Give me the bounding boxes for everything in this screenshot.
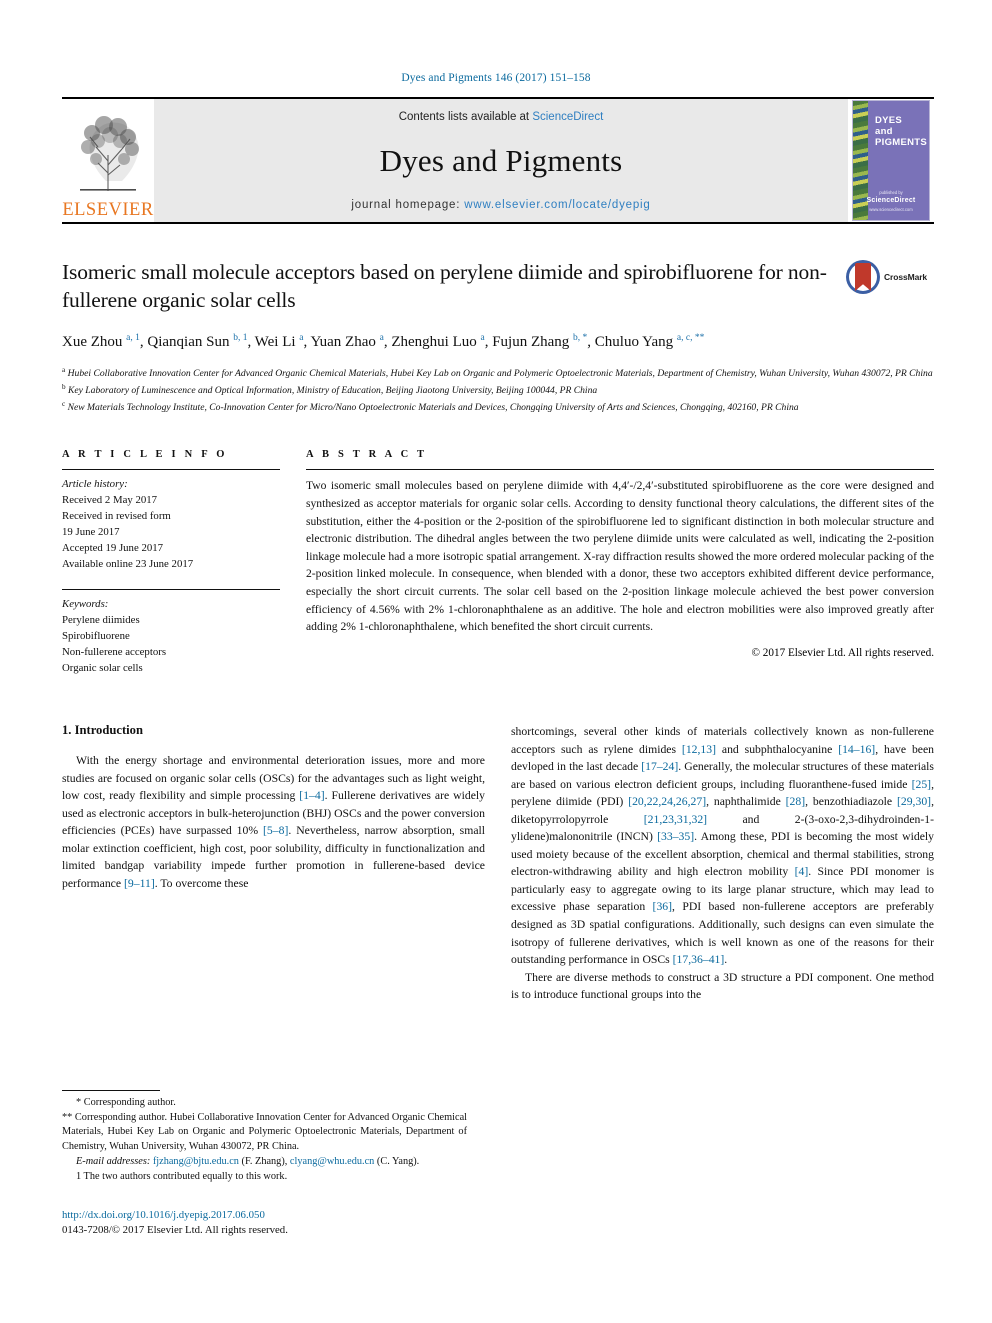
crossmark-badge[interactable]: CrossMark [846, 258, 934, 294]
footnote-corresponding-1: * Corresponding author. [76, 1097, 176, 1108]
sciencedirect-link[interactable]: ScienceDirect [532, 111, 603, 123]
article-page: Dyes and Pigments 146 (2017) 151–158 ELS… [0, 0, 992, 1323]
body-column-right: shortcomings, several other kinds of mat… [511, 723, 934, 1004]
footnote-corresponding-2: ** Corresponding author. Hubei Collabora… [62, 1111, 467, 1153]
article-history-label: Article history: [62, 478, 128, 491]
contents-available-line: Contents lists available at ScienceDirec… [399, 111, 604, 123]
cover-image: DYES and PIGMENTS published by ScienceDire… [852, 100, 930, 221]
history-item: Available online 23 June 2017 [62, 558, 194, 571]
abstract-text: Two isomeric small molecules based on pe… [306, 479, 934, 634]
body-column-left: 1. Introduction With the energy shortage… [62, 723, 485, 1004]
section-heading-introduction: 1. Introduction [62, 723, 143, 738]
crossmark-icon [846, 260, 880, 294]
article-history-block: Article history: Received 2 May 2017 Rec… [62, 477, 280, 573]
abstract-column: A B S T R A C T Two isomeric small molec… [306, 449, 934, 677]
history-item: Accepted 19 June 2017 [62, 542, 164, 555]
cover-title-text: DYES and PIGMENTS [875, 115, 928, 149]
journal-homepage-line: journal homepage: www.elsevier.com/locat… [351, 199, 650, 211]
journal-masthead: ELSEVIER Contents lists available at Sci… [62, 97, 934, 224]
author-list: Xue Zhou a, 1, Qianqian Sun b, 1, Wei Li… [62, 333, 705, 351]
affiliation-b: b Key Laboratory of Luminescence and Opt… [62, 382, 598, 397]
journal-title: Dyes and Pigments [379, 143, 623, 178]
footnote-equal-contribution: 1 The two authors contributed equally to… [76, 1170, 288, 1182]
homepage-url-link[interactable]: www.elsevier.com/locate/dyepig [464, 199, 650, 211]
article-info-heading: A R T I C L E I N F O [62, 449, 228, 461]
journal-cover-thumbnail[interactable]: DYES and PIGMENTS published by ScienceDire… [848, 99, 934, 222]
doi-link[interactable]: http://dx.doi.org/10.1016/j.dyepig.2017.… [62, 1208, 482, 1223]
running-head: Dyes and Pigments 146 (2017) 151–158 [401, 72, 591, 84]
keyword-item: Spirobifluorene [62, 630, 130, 643]
cover-foot-url: www.sciencedirect.com [869, 206, 913, 212]
history-item: Received 2 May 2017 [62, 494, 158, 507]
abstract-copyright: © 2017 Elsevier Ltd. All rights reserved… [751, 646, 935, 659]
email-link-yang[interactable]: clyang@whu.edu.cn [290, 1156, 374, 1167]
keyword-item: Non-fullerene acceptors [62, 646, 167, 659]
affiliation-list: a Hubei Collaborative Innovation Center … [62, 365, 934, 415]
history-item: 19 June 2017 [62, 526, 120, 539]
footnote-block: * Corresponding author. ** Corresponding… [62, 1090, 467, 1184]
abstract-rule [306, 469, 934, 471]
email-label: E-mail addresses: [76, 1155, 151, 1167]
elsevier-tree-icon [80, 116, 139, 191]
elsevier-logo: ELSEVIER [62, 99, 154, 222]
elsevier-wordmark: ELSEVIER [62, 199, 154, 220]
email-link-zhang[interactable]: fjzhang@bjtu.edu.cn [153, 1156, 239, 1167]
article-info-rule [62, 469, 280, 471]
info-abstract-row: A R T I C L E I N F O Article history: R… [62, 449, 934, 677]
keyword-item: Perylene diimides [62, 614, 140, 627]
footnote-rule [62, 1090, 160, 1091]
cover-footer: published by ScienceDirect www.sciencedi… [853, 190, 929, 213]
masthead-center: Contents lists available at ScienceDirec… [154, 99, 848, 222]
intro-paragraph-right-1: shortcomings, several other kinds of mat… [511, 725, 935, 967]
article-info-column: A R T I C L E I N F O Article history: R… [62, 449, 280, 677]
keywords-block: Keywords: Perylene diimides Spirobifluor… [62, 597, 280, 677]
keyword-item: Organic solar cells [62, 662, 143, 675]
keywords-rule [62, 589, 280, 591]
cover-foot-logo: ScienceDirect [866, 197, 916, 205]
footnote-emails: E-mail addresses: fjzhang@bjtu.edu.cn (F… [76, 1155, 420, 1167]
cover-foot-pre: published by [879, 189, 903, 195]
history-item: Received in revised form [62, 510, 171, 523]
keywords-label: Keywords: [62, 598, 109, 611]
affiliation-a: a Hubei Collaborative Innovation Center … [62, 366, 933, 380]
intro-paragraph-right-2: There are diverse methods to construct a… [511, 970, 934, 1002]
abstract-heading: A B S T R A C T [306, 449, 428, 461]
intro-paragraph-left: With the energy shortage and environment… [62, 754, 485, 890]
affiliation-c: c New Materials Technology Institute, Co… [62, 399, 799, 413]
homepage-prefix: journal homepage: [351, 199, 465, 211]
body-columns: 1. Introduction With the energy shortage… [62, 723, 934, 1004]
title-block: Isomeric small molecule acceptors based … [62, 258, 934, 314]
contents-prefix: Contents lists available at [398, 111, 533, 123]
issn-copyright-line: 0143-7208/© 2017 Elsevier Ltd. All right… [62, 1223, 288, 1236]
bottom-info-block: http://dx.doi.org/10.1016/j.dyepig.2017.… [62, 1208, 482, 1237]
crossmark-label: CrossMark [884, 272, 928, 282]
email-name-zhang: (F. Zhang) [241, 1155, 285, 1167]
email-name-yang: (C. Yang). [376, 1155, 420, 1167]
page-title: Isomeric small molecule acceptors based … [62, 260, 827, 313]
title-column: Isomeric small molecule acceptors based … [62, 258, 846, 314]
